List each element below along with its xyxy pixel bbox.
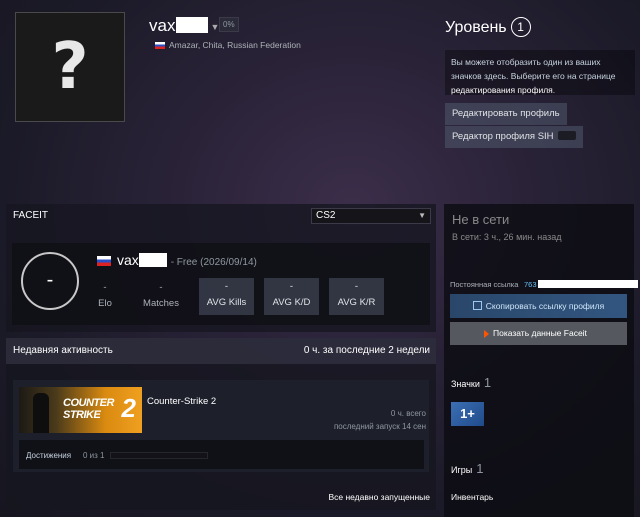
online-status: Не в сети: [452, 212, 510, 227]
stat-value: -: [103, 282, 107, 293]
location-text: Amazar, Chita, Russian Federation: [169, 40, 301, 50]
question-mark-icon: ?: [51, 30, 89, 104]
faceit-player: vax - Free (2026/09/14): [97, 252, 257, 268]
level-info-suffix: .: [552, 85, 556, 95]
badges-heading[interactable]: Значки 1: [451, 375, 491, 390]
inventory-link[interactable]: Инвентарь: [451, 492, 493, 502]
copy-profile-link-button[interactable]: Скопировать ссылку профиля: [450, 294, 627, 318]
stat-label: AVG K/D: [272, 297, 311, 308]
game-last-played: последний запуск 14 сен: [333, 422, 426, 431]
redacted-mask: [138, 253, 167, 267]
achievements-count: 0 из 1: [83, 451, 105, 460]
badges-label: Значки: [451, 379, 480, 389]
badges-count: 1: [483, 375, 492, 390]
edit-profile-button[interactable]: Редактировать профиль: [445, 103, 567, 125]
sih-editor-label: Редактор профиля SIH: [452, 131, 554, 142]
game-total-hours: 0 ч. всего: [390, 409, 426, 418]
stat-elo: - Elo: [90, 282, 120, 309]
achievements-row[interactable]: [19, 440, 424, 469]
game-logo-text: COUNTER STRIKE: [63, 397, 114, 421]
profile-name-text: vax: [149, 16, 176, 35]
achievements-label: Достижения: [26, 451, 72, 460]
redacted-mask: [537, 280, 638, 288]
stat-value: -: [159, 282, 163, 293]
faceit-header: FACEIT: [13, 210, 49, 221]
game-capsule-image[interactable]: COUNTER STRIKE 2: [19, 387, 142, 433]
faceit-plan: - Free (2026/09/14): [170, 257, 257, 268]
stat-label: Matches: [143, 298, 179, 309]
level-info-text: Вы можете отобразить один из ваших значк…: [451, 57, 616, 81]
stat-matches: - Matches: [135, 282, 187, 309]
soldier-silhouette: [33, 393, 49, 433]
stat-label: AVG K/R: [337, 297, 376, 308]
chevron-down-icon: ▼: [418, 211, 426, 220]
achievements-progress-bar: [110, 452, 208, 459]
profile-name[interactable]: vax ▼: [149, 16, 219, 36]
copy-button-label: Скопировать ссылку профиля: [485, 301, 605, 311]
logo-line-2: STRIKE: [63, 409, 101, 421]
copy-icon: [472, 301, 482, 310]
show-faceit-button[interactable]: Показать данные Faceit: [450, 322, 627, 345]
level-info-box: Вы можете отобразить один из ваших значк…: [445, 50, 635, 95]
faceit-game-select[interactable]: CS2 ▼: [311, 208, 431, 224]
activity-hours: 0 ч. за последние 2 недели: [303, 345, 430, 356]
level-label: Уровень: [445, 19, 507, 36]
permalink-label: Постоянная ссылка: [450, 280, 519, 289]
permalink-value[interactable]: 763: [524, 280, 638, 289]
avatar[interactable]: ?: [15, 12, 125, 122]
badge-icon[interactable]: 1+: [451, 402, 484, 426]
sih-editor-button[interactable]: Редактор профиля SIH: [445, 126, 583, 148]
russia-flag-icon: [155, 42, 165, 49]
games-heading[interactable]: Игры 1: [451, 461, 483, 476]
stat-label: AVG Kills: [206, 297, 247, 308]
stat-value: -: [224, 281, 229, 292]
all-recent-link[interactable]: Все недавно запущенные: [328, 492, 430, 502]
activity-title: Недавняя активность: [13, 345, 113, 356]
stat-avg-kd: - AVG K/D: [264, 278, 319, 315]
last-seen: В сети: 3 ч., 26 мин. назад: [452, 232, 562, 242]
percent-badge: 0%: [219, 17, 239, 32]
stat-label: Elo: [98, 298, 112, 309]
faceit-button-label: Показать данные Faceit: [493, 328, 587, 338]
logo-number: 2: [121, 393, 136, 423]
level-circle: 1: [510, 17, 531, 37]
faceit-game-select-value: CS2: [316, 210, 336, 221]
stat-avg-kr: - AVG K/R: [329, 278, 384, 315]
redacted-mask: [176, 17, 209, 33]
logo-line-1: COUNTER: [63, 397, 114, 409]
faceit-level-circle: -: [21, 252, 79, 310]
permalink-text: 763: [524, 280, 537, 289]
russia-flag-icon: [97, 256, 111, 266]
stat-value: -: [354, 281, 359, 292]
game-name[interactable]: Counter-Strike 2: [147, 396, 216, 407]
profile-location: Amazar, Chita, Russian Federation: [155, 40, 301, 50]
games-count: 1: [476, 461, 484, 476]
games-label: Игры: [451, 465, 473, 475]
faceit-icon: [484, 330, 489, 338]
edit-profile-link[interactable]: редактирования профиля: [451, 85, 553, 95]
sih-toggle[interactable]: [557, 131, 576, 140]
level-heading: Уровень 1: [445, 17, 531, 37]
stat-avg-kills: - AVG Kills: [199, 278, 254, 315]
stat-value: -: [289, 281, 294, 292]
faceit-player-name: vax: [117, 252, 139, 268]
